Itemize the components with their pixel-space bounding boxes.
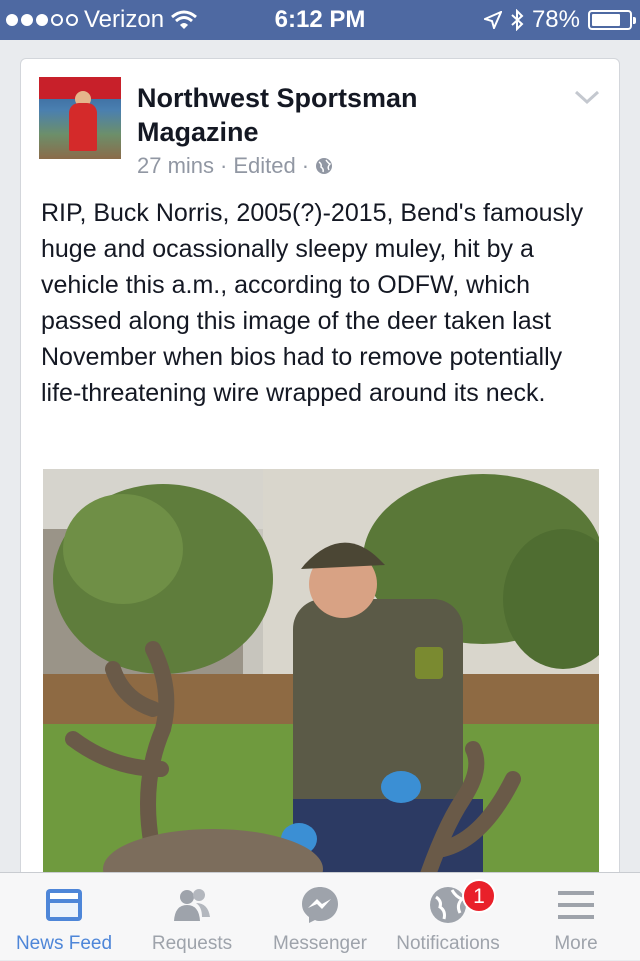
battery-percent: 78% (531, 6, 580, 33)
battery-icon (588, 10, 636, 30)
page-name-link[interactable]: Northwest Sportsman Magazine (137, 81, 517, 149)
magazine-cover-icon[interactable] (39, 77, 121, 159)
meta-separator: · (220, 153, 228, 178)
post-meta: 27 mins · Edited · (137, 153, 333, 179)
tab-label: More (554, 933, 598, 954)
globe-icon (316, 158, 333, 174)
friend-requests-icon (174, 889, 210, 921)
tab-label: Requests (151, 933, 233, 954)
location-arrow-icon (483, 11, 502, 29)
edited-label[interactable]: Edited (233, 153, 295, 179)
meta-separator: · (301, 153, 310, 178)
tab-messenger[interactable]: Messenger (256, 873, 384, 961)
bluetooth-icon (511, 9, 524, 31)
tab-label: Messenger (273, 933, 367, 954)
tab-notifications[interactable]: 1 Notifications (384, 873, 512, 961)
tab-requests[interactable]: Requests (128, 873, 256, 961)
status-bar: Verizon 6:12 PM 78% (0, 0, 640, 40)
tab-news-feed[interactable]: News Feed (0, 873, 128, 961)
post-text: RIP, Buck Norris, 2005(?)-2015, Bend's f… (41, 199, 584, 407)
chevron-down-icon[interactable] (573, 87, 601, 107)
post-time[interactable]: 27 mins (137, 153, 214, 179)
news-feed-icon (46, 889, 82, 921)
post-photo[interactable] (43, 469, 599, 889)
notification-badge: 1 (462, 879, 496, 913)
tab-label: Notifications (396, 933, 500, 954)
tab-label: News Feed (15, 933, 113, 954)
post-card: Northwest Sportsman Magazine 27 mins · E… (20, 58, 620, 958)
tab-bar: News Feed Requests Messenger 1 Notificat… (0, 872, 640, 960)
menu-icon (558, 891, 594, 919)
tab-more[interactable]: More (512, 873, 640, 961)
messenger-icon (302, 887, 338, 923)
